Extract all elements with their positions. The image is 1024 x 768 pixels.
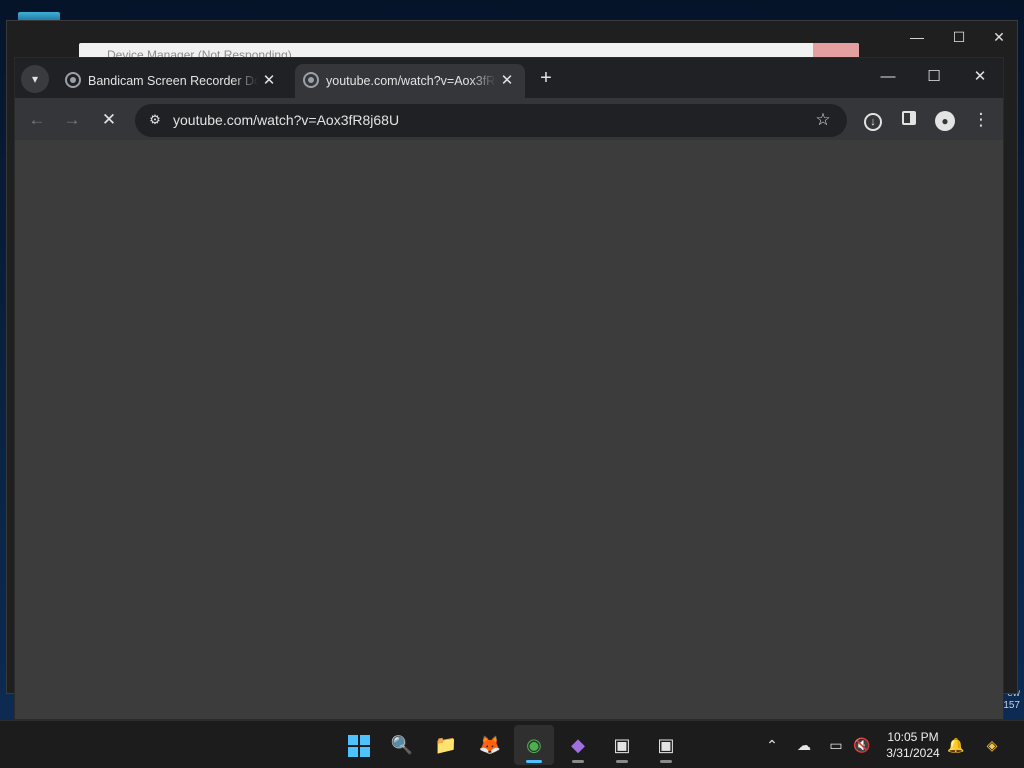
chrome-button[interactable]: ◉ (514, 725, 554, 765)
side-panel-icon (902, 111, 916, 125)
notification-bell-icon[interactable]: 🔔 (944, 733, 968, 757)
site-info-icon[interactable]: ⚙ (143, 108, 167, 132)
volume-muted-icon[interactable]: 🔇 (850, 733, 874, 757)
profile-button[interactable]: ● (931, 106, 959, 134)
firefox-icon: 🦊 (478, 735, 502, 755)
menu-button[interactable]: ⋮ (967, 106, 995, 134)
minimize-button[interactable]: — (865, 62, 911, 92)
url-text[interactable]: youtube.com/watch?v=Aox3fR8j68U (173, 112, 399, 128)
download-icon: ↓ (864, 113, 882, 131)
back-button[interactable]: ← (23, 106, 51, 134)
onedrive-icon[interactable]: ☁ (792, 733, 816, 757)
clock-date: 3/31/2024 (886, 746, 940, 760)
copilot-icon[interactable]: ◈ (980, 733, 1004, 757)
chrome-icon: ◉ (526, 735, 542, 755)
loading-favicon-icon (65, 72, 81, 88)
page-content (15, 140, 1003, 719)
profile-icon: ● (935, 111, 955, 131)
tab-bandicam[interactable]: Bandicam Screen Recorder Dow ✕ (57, 64, 287, 98)
tray-overflow-chevron-icon[interactable]: ⌃ (760, 733, 784, 757)
tab-title: youtube.com/watch?v=Aox3fR8 (326, 74, 496, 88)
address-bar[interactable]: ⚙ youtube.com/watch?v=Aox3fR8j68U ☆ (135, 104, 847, 137)
firefox-button[interactable]: 🦊 (470, 725, 510, 765)
chrome-window: ▾ Bandicam Screen Recorder Dow ✕ youtube… (14, 57, 1004, 720)
device-app-2-button[interactable]: ▣ (646, 725, 686, 765)
running-indicator (616, 760, 628, 763)
stop-loading-button[interactable]: ✕ (95, 106, 123, 134)
device-app-1-button[interactable]: ▣ (602, 725, 642, 765)
new-tab-button[interactable]: + (535, 66, 557, 92)
clock-time: 10:05 PM (887, 730, 939, 744)
folder-icon: 📁 (434, 735, 458, 755)
bg-maximize-button[interactable]: ☐ (939, 27, 979, 47)
active-indicator (526, 760, 542, 763)
tab-close-button[interactable]: ✕ (499, 66, 515, 96)
tab-title: Bandicam Screen Recorder Dow (88, 74, 258, 88)
downloads-button[interactable]: ↓ (859, 106, 887, 134)
forward-button[interactable]: → (58, 106, 86, 134)
running-indicator (572, 760, 584, 763)
browser-toolbar: ← → ✕ ⚙ youtube.com/watch?v=Aox3fR8j68U … (15, 98, 1003, 140)
tab-strip: ▾ Bandicam Screen Recorder Dow ✕ youtube… (15, 58, 1003, 98)
start-button[interactable] (338, 725, 378, 765)
bookmark-star-icon[interactable]: ☆ (811, 108, 835, 132)
bg-close-button[interactable]: ✕ (979, 27, 1019, 47)
loading-favicon-icon (303, 72, 319, 88)
computer-icon: ▣ (613, 735, 631, 755)
search-icon: 🔍 (390, 735, 414, 755)
close-button[interactable]: ✕ (957, 62, 1003, 92)
side-panel-button[interactable] (895, 106, 923, 134)
clock[interactable]: 10:05 PM 3/31/2024 (880, 729, 946, 761)
chevron-down-icon: ▾ (31, 72, 39, 86)
taskbar: 🔍 📁 🦊 ◉ ◆ ▣ ▣ ⌃ ☁ ▭ 🔇 10:05 PM 3/31/2024… (0, 720, 1024, 768)
tab-close-button[interactable]: ✕ (261, 66, 277, 96)
file-explorer-button[interactable]: 📁 (426, 725, 466, 765)
network-icon[interactable]: ▭ (824, 733, 848, 757)
windows-logo-icon (348, 735, 370, 757)
tab-search-button[interactable]: ▾ (21, 65, 49, 93)
search-button[interactable]: 🔍 (382, 725, 422, 765)
bg-minimize-button[interactable]: — (897, 27, 937, 47)
visual-studio-icon: ◆ (571, 735, 585, 755)
maximize-button[interactable]: ☐ (911, 62, 957, 92)
visual-studio-button[interactable]: ◆ (558, 725, 598, 765)
tab-youtube[interactable]: youtube.com/watch?v=Aox3fR8 ✕ (295, 64, 525, 98)
running-indicator (660, 760, 672, 763)
computer-icon: ▣ (657, 735, 675, 755)
